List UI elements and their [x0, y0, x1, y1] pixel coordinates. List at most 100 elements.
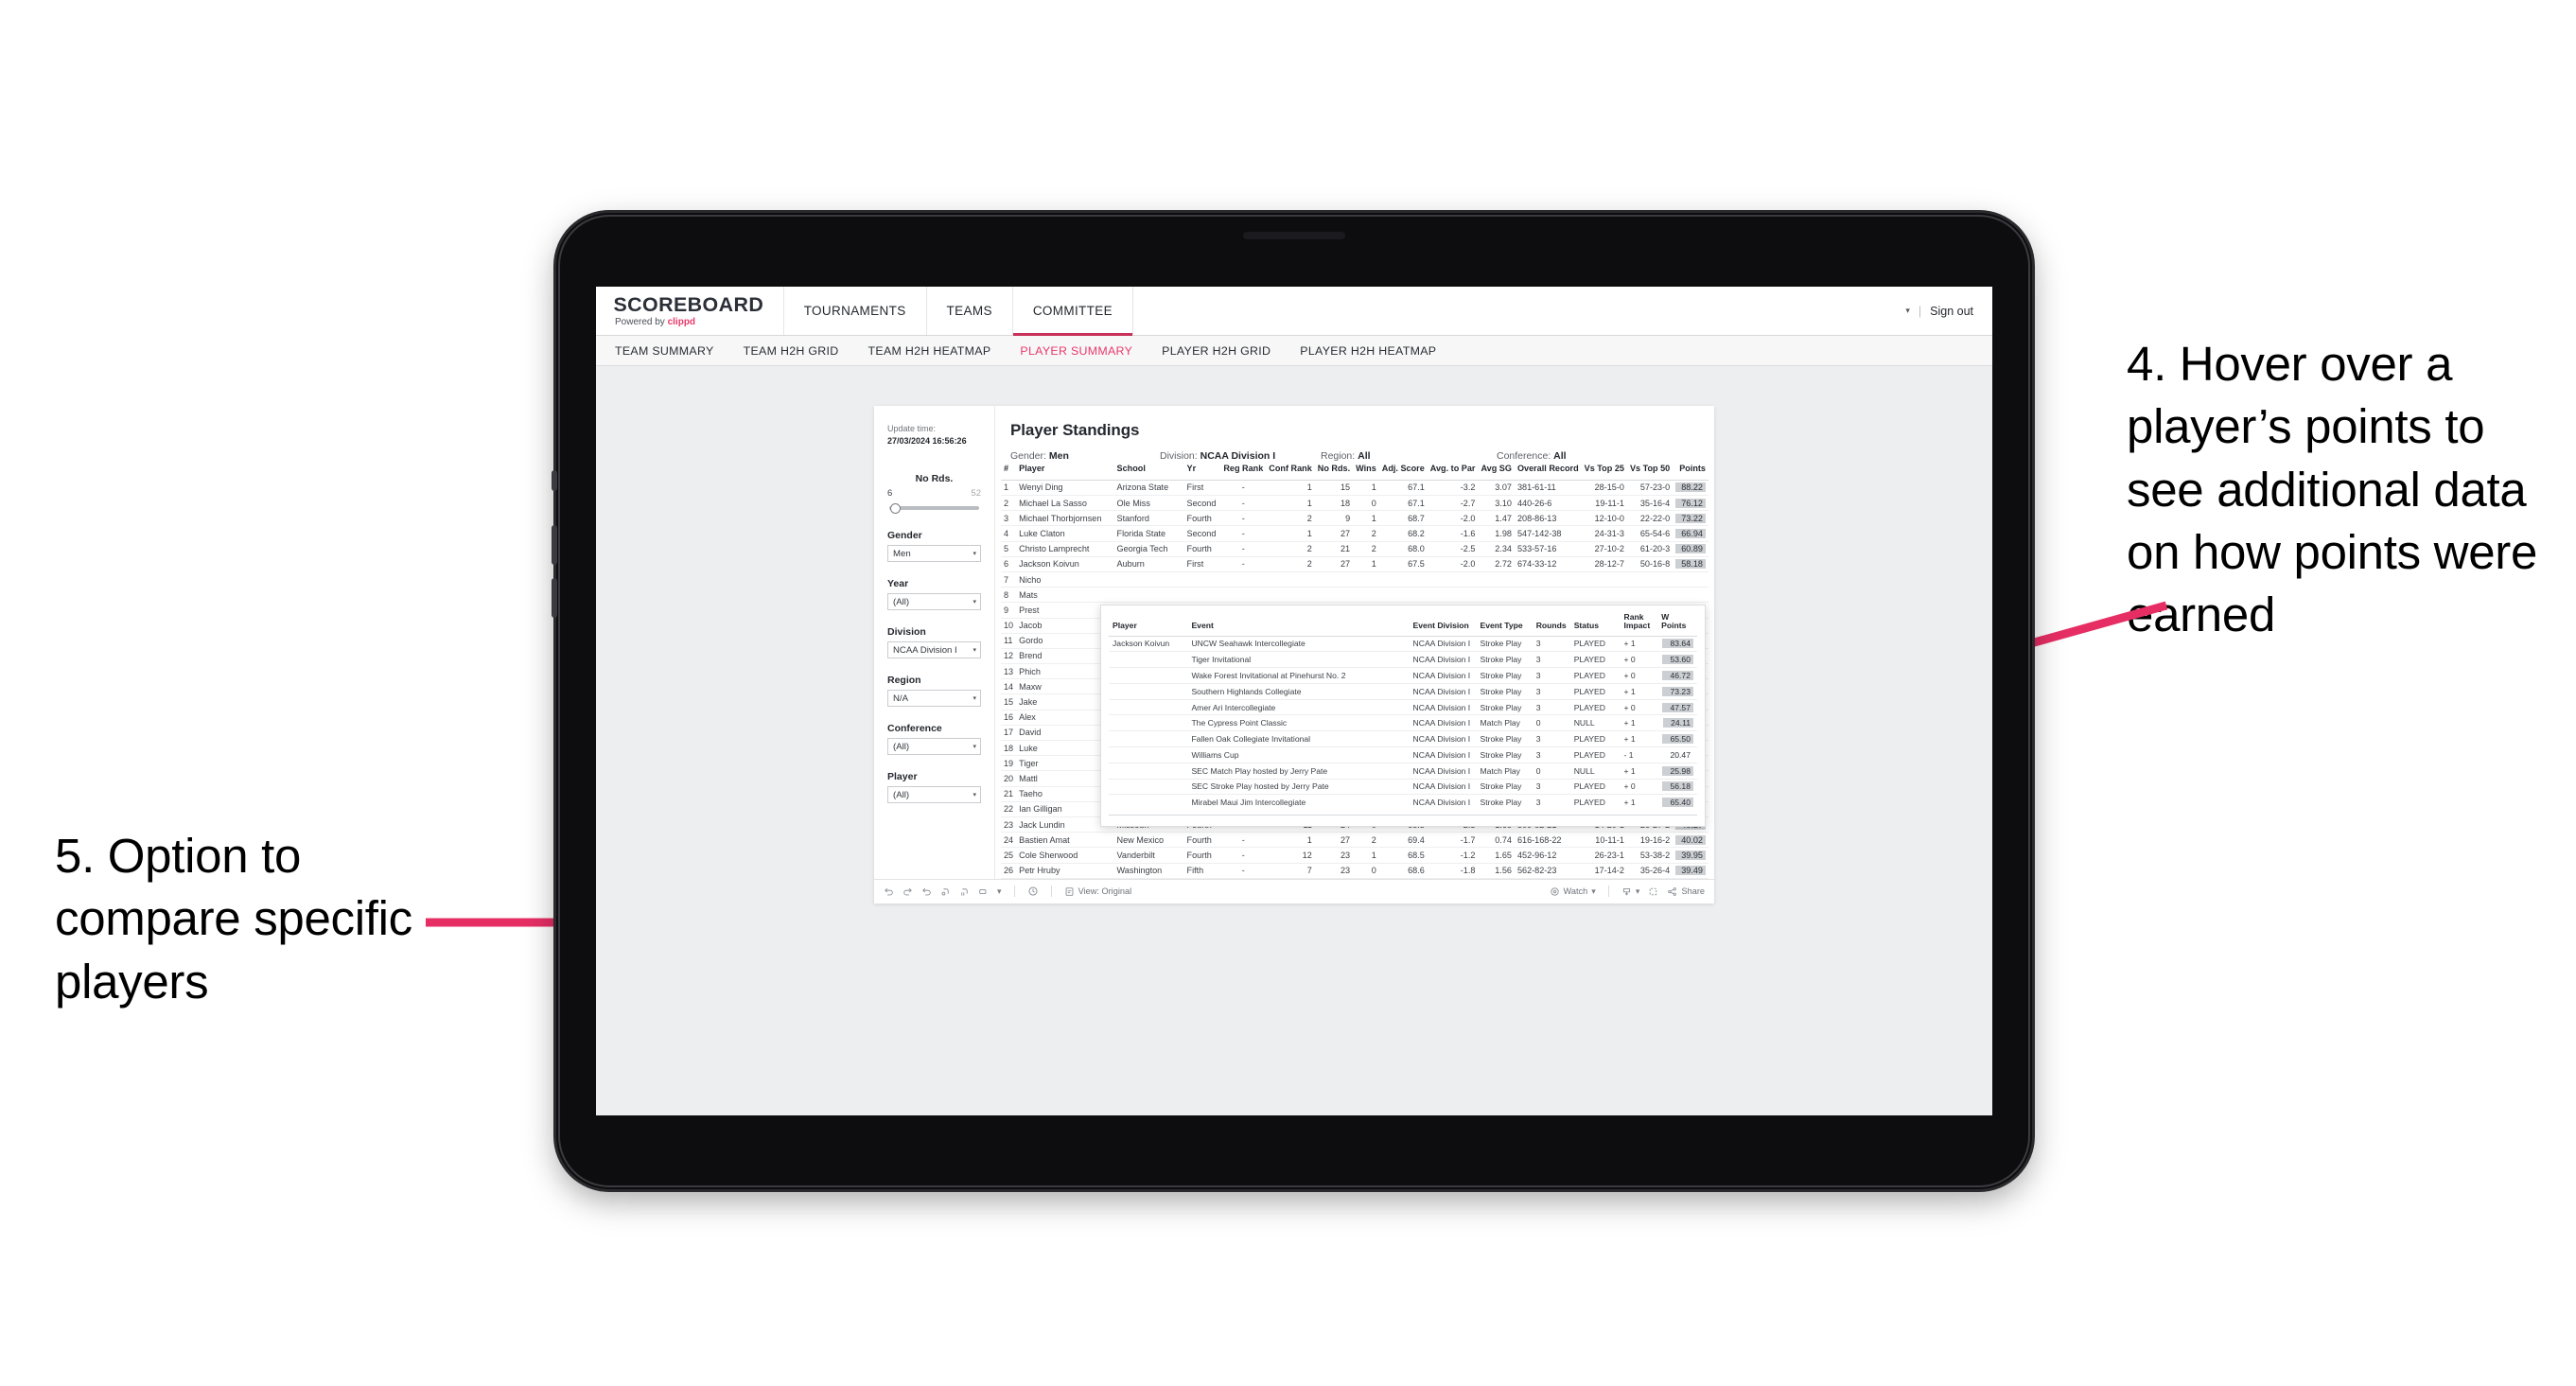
col-avg-to-par[interactable]: Avg. to Par [1427, 462, 1479, 481]
w-points-value: 65.40 [1662, 798, 1693, 808]
tab-team-summary[interactable]: TEAM SUMMARY [615, 344, 714, 358]
tab-team-h2h-grid[interactable]: TEAM H2H GRID [744, 344, 839, 358]
refresh-icon[interactable] [940, 886, 951, 897]
cell-points[interactable]: 66.94 [1673, 525, 1709, 542]
tablet-side-button-1[interactable] [552, 470, 557, 491]
nav-item-committee[interactable]: COMMITTEE [1012, 287, 1133, 336]
col-wins[interactable]: Wins [1353, 462, 1379, 481]
filter-year-select[interactable]: (All) ▾ [887, 593, 981, 610]
table-row[interactable]: 6 Jackson Koivun Auburn First -2 27 1 67.5 -2.0 2… [1001, 556, 1709, 572]
table-row[interactable]: 1 Wenyi Ding Arizona State First -1 15 1 67.1 -3… [1001, 480, 1709, 497]
watch-button[interactable]: Watch ▾ [1550, 886, 1596, 897]
chevron-down-icon: ▾ [973, 599, 976, 605]
cell-num: 6 [1001, 556, 1017, 572]
cell-conf-rank [1266, 587, 1315, 604]
w-points-value: 56.18 [1662, 781, 1693, 792]
filter-no-rounds-slider[interactable] [887, 502, 981, 514]
col-points[interactable]: Points [1673, 462, 1709, 481]
tooltip-cell-w-points: 24.11 [1657, 714, 1697, 732]
tooltip-cell-w-points: 73.23 [1657, 683, 1697, 700]
tooltip-cell-w-points: 53.60 [1657, 651, 1697, 669]
cell-conf-rank: 1 [1266, 480, 1315, 497]
cell-overall-record: 616-168-22 [1514, 832, 1582, 849]
col-adj-score[interactable]: Adj. Score [1378, 462, 1428, 481]
table-row[interactable]: 8 Mats [1001, 587, 1709, 604]
tab-player-summary[interactable]: PLAYER SUMMARY [1020, 344, 1132, 358]
table-row[interactable]: 5 Christo Lamprecht Georgia Tech Fourth -2 21… [1001, 541, 1709, 557]
tooltip-cell-status: PLAYED [1569, 667, 1621, 684]
tooltip-cell-w-points: 20.47 [1657, 746, 1697, 763]
tab-player-h2h-heatmap[interactable]: PLAYER H2H HEATMAP [1300, 344, 1436, 358]
filter-division-value: NCAA Division I [893, 644, 957, 656]
tab-player-h2h-grid[interactable]: PLAYER H2H GRID [1162, 344, 1270, 358]
tablet-side-button-3[interactable] [552, 578, 557, 618]
device-layout-caret-icon[interactable]: ▾ [997, 886, 1002, 897]
table-row[interactable]: 2 Michael La Sasso Ole Miss Second -1 18 0 67.1… [1001, 495, 1709, 512]
meta-region: Region: All [1321, 450, 1497, 462]
chevron-down-icon[interactable]: ▾ [1905, 306, 1910, 316]
col-no-rds[interactable]: No Rds. [1314, 462, 1354, 481]
cell-conf-rank: 2 [1266, 541, 1315, 557]
brand-logo[interactable]: SCOREBOARD Powered by clippd [596, 287, 784, 335]
nav-item-teams[interactable]: TEAMS [927, 287, 1013, 335]
table-row[interactable]: 26 Petr Hruby Washington Fifth -7 23 0 68.6 -1.8… [1001, 863, 1709, 879]
share-button[interactable]: Share [1667, 886, 1705, 897]
sign-out-link[interactable]: Sign out [1930, 305, 1973, 318]
col-conf-rank[interactable]: Conf Rank [1266, 462, 1315, 481]
download-button[interactable]: ▾ [1621, 886, 1639, 897]
tooltip-row: Fallen Oak Collegiate Invitational NCAA D… [1109, 730, 1697, 748]
cell-points[interactable]: 88.22 [1673, 480, 1709, 497]
cell-points[interactable]: 39.49 [1673, 863, 1709, 879]
cell-points[interactable]: 40.02 [1673, 832, 1709, 849]
cell-points[interactable]: 60.89 [1673, 541, 1709, 557]
cell-vs-top-50 [1626, 587, 1674, 604]
col-school[interactable]: School [1113, 462, 1184, 481]
table-row[interactable]: 4 Luke Claton Florida State Second -1 27 2 68.2… [1001, 525, 1709, 542]
filter-gender-select[interactable]: Men ▾ [887, 545, 981, 562]
redo-icon[interactable] [902, 886, 913, 897]
table-row[interactable]: 7 Nicho [1001, 571, 1709, 588]
cell-points[interactable]: 73.22 [1673, 510, 1709, 527]
filter-region-select[interactable]: N/A ▾ [887, 690, 981, 707]
col-vs-top-50[interactable]: Vs Top 50 [1626, 462, 1674, 481]
cell-num: 22 [1001, 801, 1017, 817]
table-row[interactable]: 3 Michael Thorbjornsen Stanford Fourth -2 9 1 6… [1001, 510, 1709, 527]
slider-handle[interactable] [890, 503, 901, 514]
col-reg-rank[interactable]: Reg Rank [1220, 462, 1267, 481]
revert-icon[interactable] [921, 886, 932, 897]
cell-adj-score: 68.7 [1378, 510, 1428, 527]
clock-history-icon[interactable] [1027, 886, 1039, 897]
cell-points[interactable]: 39.95 [1673, 847, 1709, 864]
tab-team-h2h-heatmap[interactable]: TEAM H2H HEATMAP [868, 344, 991, 358]
col-player[interactable]: Player [1016, 462, 1114, 481]
nav-item-tournaments[interactable]: TOURNAMENTS [784, 287, 927, 335]
app-header-right: ▾ | Sign out [1905, 287, 1992, 335]
cell-points[interactable]: 58.18 [1673, 556, 1709, 572]
toolbar-divider-3 [1607, 886, 1609, 898]
cell-points[interactable] [1673, 587, 1709, 604]
col-avg-sg[interactable]: Avg SG [1478, 462, 1515, 481]
device-layout-icon[interactable] [978, 886, 989, 897]
filter-player-select[interactable]: (All) ▾ [887, 786, 981, 803]
cell-points[interactable] [1673, 571, 1709, 588]
table-row[interactable]: 24 Bastien Amat New Mexico Fourth -1 27 2 69.4-… [1001, 832, 1709, 849]
w-points-value: 46.72 [1662, 671, 1693, 681]
col-vs-top-25[interactable]: Vs Top 25 [1581, 462, 1627, 481]
col-yr[interactable]: Yr [1183, 462, 1221, 481]
col-num[interactable]: # [1001, 462, 1017, 481]
col-overall-record[interactable]: Overall Record [1514, 462, 1582, 481]
tablet-side-button-2[interactable] [552, 525, 557, 565]
pause-auto-update-icon[interactable] [959, 886, 970, 897]
cell-reg-rank: - [1220, 495, 1267, 512]
cell-points[interactable]: 76.12 [1673, 495, 1709, 512]
tooltip-cell-type: Stroke Play [1476, 730, 1533, 748]
undo-icon[interactable] [884, 886, 894, 897]
view-original-button[interactable]: View: Original [1064, 886, 1131, 897]
filter-conference-select[interactable]: (All) ▾ [887, 738, 981, 755]
cell-player: Bastien Amat [1016, 832, 1114, 849]
filter-division-select[interactable]: NCAA Division I ▾ [887, 641, 981, 658]
tip-col-event-division: Event Division [1409, 611, 1477, 637]
table-row[interactable]: 25 Cole Sherwood Vanderbilt Fourth -12 23 1 68.… [1001, 847, 1709, 864]
fullscreen-icon[interactable] [1648, 886, 1658, 897]
cell-yr: Fourth [1183, 510, 1221, 527]
